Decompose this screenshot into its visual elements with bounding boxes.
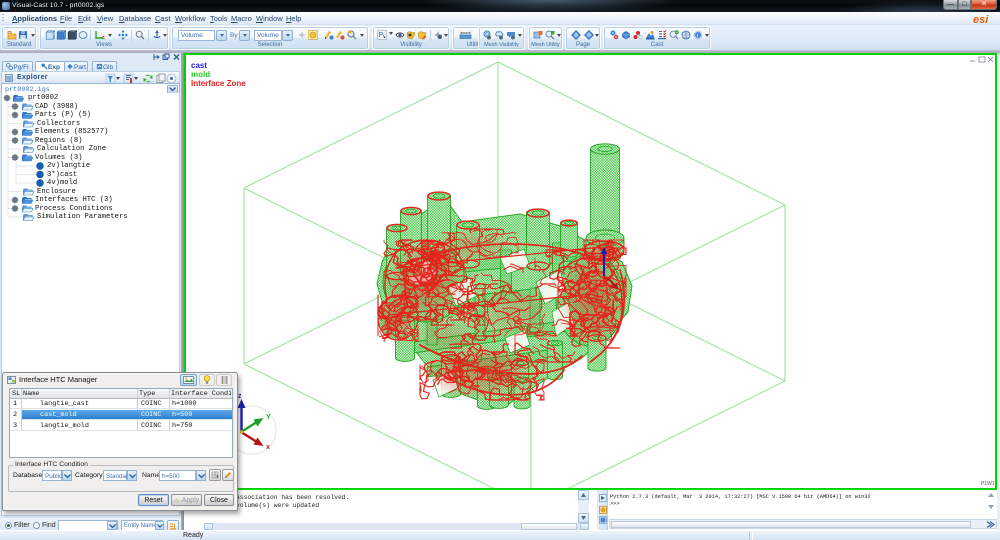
svg-text:Y: Y (266, 414, 271, 421)
svg-text:mold: mold (191, 70, 210, 79)
svg-text:cast: cast (191, 61, 207, 70)
svg-text:z: z (238, 393, 242, 400)
svg-text:P1W1: P1W1 (981, 481, 995, 487)
svg-text:esi: esi (973, 14, 989, 25)
svg-text:Interface Zone: Interface Zone (191, 79, 246, 88)
svg-text:x: x (266, 444, 270, 451)
svg-text:P: P (379, 32, 384, 39)
